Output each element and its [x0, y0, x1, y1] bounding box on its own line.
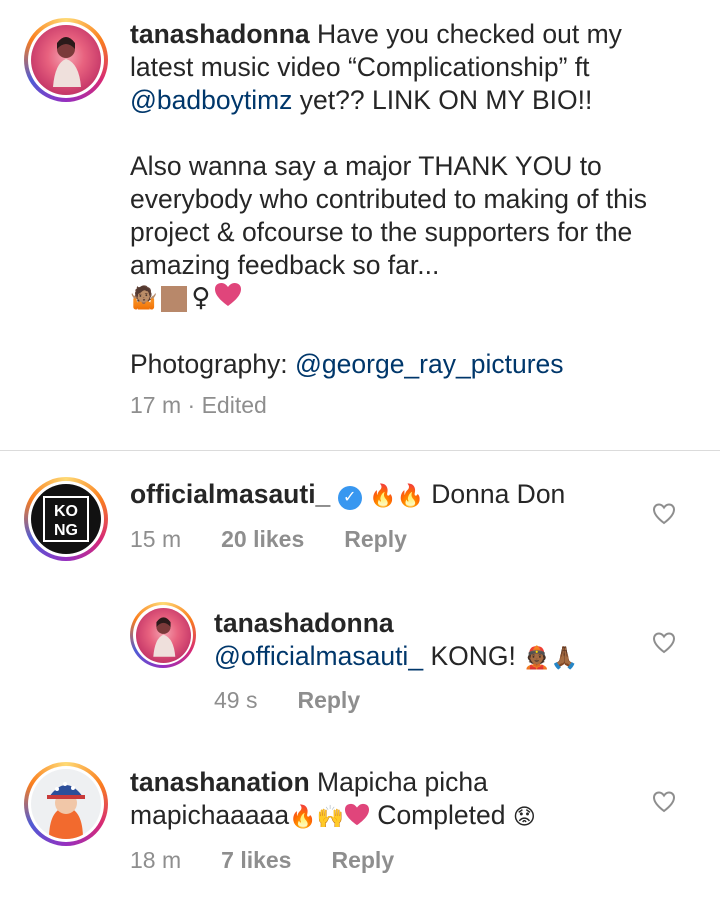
heart-outline-icon[interactable]: [652, 632, 676, 654]
photography-label: Photography:: [130, 349, 296, 379]
caption-paragraph-2: Also wanna say a major THANK YOU to ever…: [130, 151, 648, 280]
comment-avatar-officialmasauti[interactable]: KO NG: [24, 477, 108, 561]
verified-badge-icon: ✓: [337, 486, 362, 510]
crown-face-emoji: 👲🏾: [523, 645, 551, 670]
comment-username-1[interactable]: officialmasauti_: [130, 479, 330, 509]
comment-text-1: Donna Don: [431, 479, 566, 509]
comment-meta-1: 15 m 20 likes Reply: [130, 526, 407, 553]
raised-hands-emoji: 🙌: [316, 804, 344, 829]
comment-username-2[interactable]: tanashadonna: [214, 607, 634, 640]
avatar-image: [31, 25, 101, 95]
caption-text-1b: yet?? LINK ON MY BIO!!: [292, 85, 593, 115]
comment-likes-1[interactable]: 20 likes: [221, 526, 304, 553]
caption-photography: Photography: @george_ray_pictures: [130, 348, 690, 381]
comment-avatar-tanashadonna[interactable]: [130, 602, 196, 668]
comment-mention-2[interactable]: @officialmasauti_: [214, 641, 423, 671]
comment-avatar-tanashanation[interactable]: [24, 762, 108, 846]
avatar-image: [31, 769, 101, 839]
caption-username[interactable]: tanashadonna: [130, 19, 310, 49]
post-meta: 17 m · Edited: [130, 392, 267, 418]
photography-mention[interactable]: @george_ray_pictures: [295, 349, 564, 379]
heart-emoji: [344, 802, 370, 835]
heart-emoji: [214, 282, 242, 316]
comment-body-2: tanashadonna @officialmasauti_ KONG! 👲🏾🙏…: [214, 607, 634, 674]
post-caption: tanashadonna Have you checked out my lat…: [130, 18, 690, 422]
comment-text-2: KONG!: [423, 641, 524, 671]
fire-emoji: 🔥: [289, 804, 317, 829]
heart-outline-icon[interactable]: [652, 503, 676, 525]
comment-body-3: tanashanation Mapicha picha mapichaaaaa🔥…: [130, 766, 630, 835]
caption-mention-badboytimz[interactable]: @badboytimz: [130, 85, 292, 115]
shrug-emoji-glyph: 🤷🏽‍: [130, 286, 158, 311]
comment-meta-2: 49 s Reply: [214, 687, 360, 714]
skin-tone-swatch-emoji: [161, 285, 188, 312]
comment-reply-button-1[interactable]: Reply: [344, 526, 407, 553]
post-author-avatar[interactable]: [24, 18, 108, 102]
caption-emoji-line: 🤷🏽‍ ♀: [130, 282, 690, 315]
comment-body-1: officialmasauti_ ✓ 🔥🔥 Donna Don: [130, 478, 630, 512]
comment-meta-3: 18 m 7 likes Reply: [130, 847, 394, 874]
heart-outline-icon[interactable]: [652, 791, 676, 813]
comment-reply-button-2[interactable]: Reply: [297, 687, 360, 714]
fire-emoji: 🔥: [369, 483, 397, 508]
fire-emoji: 🔥: [396, 483, 424, 508]
female-sign-emoji: ♀: [191, 283, 211, 313]
worried-face-emoji: 😟: [512, 804, 536, 829]
comment-time-2: 49 s: [214, 687, 258, 713]
svg-text:NG: NG: [54, 522, 78, 539]
kong-logo-image: KO NG: [31, 484, 101, 554]
comment-time-1: 15 m: [130, 526, 182, 552]
caption-paragraph-1: tanashadonna Have you checked out my lat…: [130, 18, 690, 117]
comment-likes-3[interactable]: 7 likes: [221, 847, 291, 874]
avatar-image: [135, 607, 191, 663]
comment-reply-button-3[interactable]: Reply: [331, 847, 394, 874]
praying-hands-emoji: 🙏🏾: [550, 645, 579, 670]
comment-username-3[interactable]: tanashanation: [130, 767, 310, 797]
comment-text-3b: Completed: [369, 800, 513, 830]
comment-time-3: 18 m: [130, 847, 182, 873]
svg-text:KO: KO: [54, 503, 78, 520]
caption-divider: [0, 450, 720, 451]
